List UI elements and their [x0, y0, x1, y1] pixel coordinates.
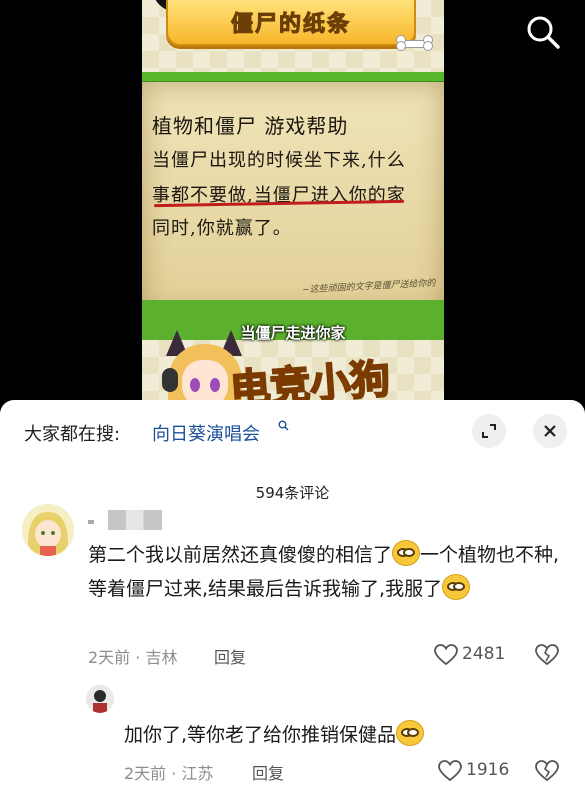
smile-emoji-icon	[442, 574, 471, 600]
comment-text-part: 第二个我以前居然还真傻傻的相信了	[88, 544, 393, 566]
note-line: 同时,你就赢了。	[152, 218, 292, 239]
heart-icon[interactable]	[434, 644, 458, 666]
avatar[interactable]	[86, 685, 114, 713]
username-redacted[interactable]	[108, 510, 162, 530]
dislike-icon[interactable]	[535, 644, 559, 666]
comment-count: 594条评论	[255, 484, 330, 502]
bone-icon	[396, 35, 434, 51]
smile-emoji-icon	[392, 540, 421, 566]
note-line: 植物和僵尸 游戏帮助	[152, 114, 349, 138]
expand-icon	[482, 424, 496, 438]
sticker-text: 电竞小狗	[228, 355, 393, 400]
video-title-banner: 僵尸的纸条	[166, 0, 416, 46]
note-footer: ~这些顽固的文字是僵尸送给你的	[302, 278, 437, 296]
like-count: 1916	[466, 760, 510, 780]
banner-title: 僵尸的纸条	[230, 11, 351, 38]
username-dot	[88, 520, 94, 524]
close-icon	[544, 425, 556, 437]
video-frame[interactable]: 僵尸的纸条 植物和僵尸 游戏帮助 当僵尸出现的时候坐下来,什么 事都不要做,当僵…	[142, 0, 444, 400]
comment-meta: 2天前 · 吉林	[88, 648, 178, 667]
reply-button[interactable]: 回复	[214, 644, 246, 668]
comment-text: 第二个我以前居然还真傻傻的相信了 一个植物也不种,等着僵尸过来,结果最后告诉我输了…	[88, 538, 568, 606]
comment-meta: 2天前 · 江苏	[124, 764, 214, 783]
expand-button[interactable]	[472, 414, 506, 448]
sheet-header: 大家都在搜: 向日葵演唱会	[0, 400, 585, 460]
search-icon	[527, 16, 560, 49]
close-button[interactable]	[533, 414, 567, 448]
avatar[interactable]	[22, 504, 74, 556]
search-hint-label: 大家都在搜:	[24, 424, 121, 445]
comments-sheet: 大家都在搜: 向日葵演唱会 594条评论 第二个我以前居然还真傻傻的相信了 一个…	[0, 400, 585, 800]
laughing-emoji-icon	[396, 720, 425, 746]
reply-button[interactable]: 回复	[252, 760, 284, 784]
dislike-icon[interactable]	[535, 760, 559, 782]
zombie-note: 植物和僵尸 游戏帮助 当僵尸出现的时候坐下来,什么 事都不要做,当僵尸进入你的家…	[142, 82, 444, 314]
search-button[interactable]	[523, 12, 563, 52]
comment-text: 加你了,等你老了给你推销保健品	[124, 718, 564, 752]
like-count: 2481	[462, 644, 506, 664]
comment-text-part: 加你了,等你老了给你推销保健品	[124, 724, 397, 746]
video-player[interactable]: 僵尸的纸条 植物和僵尸 游戏帮助 当僵尸出现的时候坐下来,什么 事都不要做,当僵…	[0, 0, 585, 400]
heart-icon[interactable]	[438, 760, 462, 782]
note-line: 当僵尸出现的时候坐下来,什么	[152, 150, 406, 171]
search-small-icon[interactable]	[278, 420, 289, 434]
search-hint-link[interactable]: 向日葵演唱会	[152, 420, 260, 446]
